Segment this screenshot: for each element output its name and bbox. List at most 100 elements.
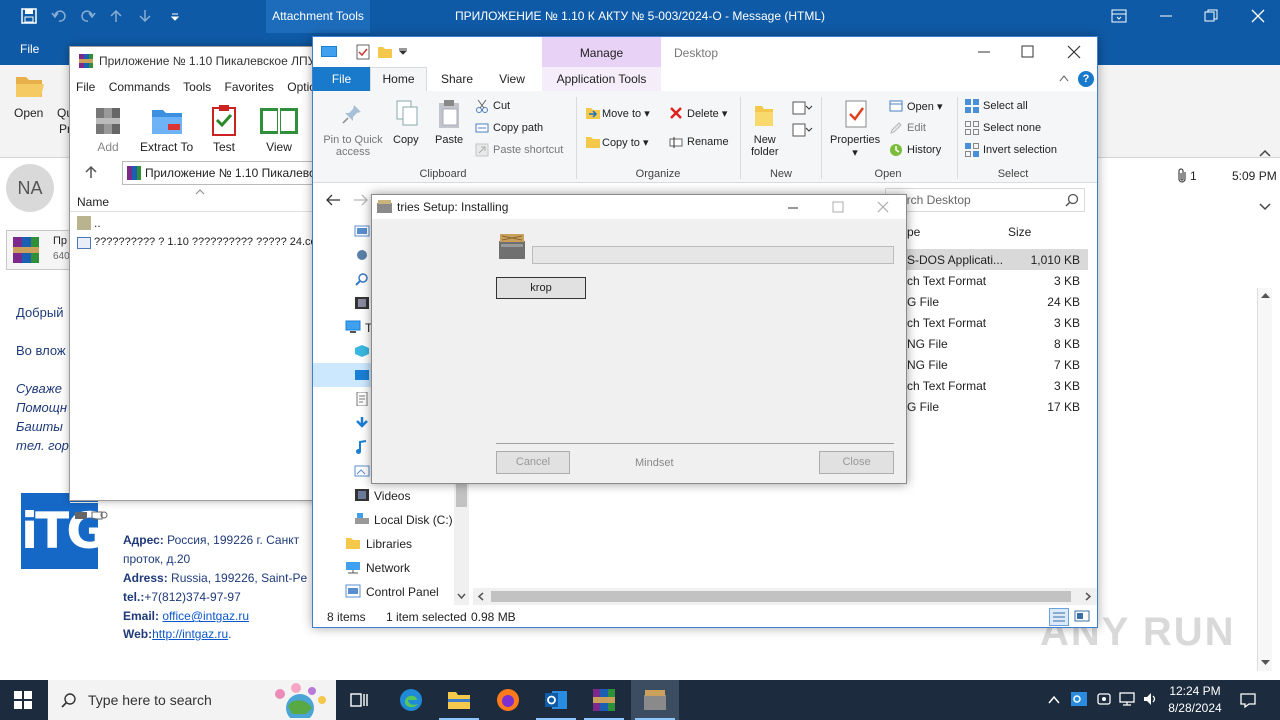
edit-button[interactable]: Edit (907, 122, 926, 134)
nav-videos-label[interactable]: Videos (374, 489, 410, 503)
nav-film-icon[interactable] (354, 296, 370, 310)
minimize-icon[interactable] (1158, 8, 1174, 24)
setup-close-icon[interactable] (876, 200, 890, 214)
notification-icon[interactable] (1239, 691, 1257, 709)
file-row-1[interactable]: S-DOS Applicati... 1,010 KB (903, 249, 1088, 270)
taskbar-winrar[interactable] (580, 680, 628, 720)
start-windows-icon[interactable] (14, 691, 32, 709)
taskbar-firefox[interactable] (484, 680, 532, 720)
collapse-ribbon-icon[interactable] (1059, 74, 1069, 82)
message-scrollbar[interactable] (1257, 288, 1272, 671)
taskbar-setup[interactable] (631, 680, 679, 720)
nav-search-icon[interactable] (354, 272, 370, 286)
col-type-header[interactable]: pe (907, 225, 920, 239)
nav-scroll-thumb[interactable] (456, 481, 467, 507)
winrar-add-button[interactable]: Add (88, 104, 128, 154)
file-row-2[interactable]: ch Text Format 3 KB (903, 270, 1088, 291)
file-row-7[interactable]: ch Text Format 3 KB (903, 375, 1088, 396)
winrar-menu-commands[interactable]: Commands (109, 80, 170, 94)
explorer-share-tab[interactable]: Share (430, 67, 484, 91)
nav-local-disk-label[interactable]: Local Disk (C:) (374, 513, 453, 527)
scroll-up-icon[interactable] (1260, 290, 1271, 301)
large-icons-view-icon[interactable] (1073, 608, 1091, 626)
hscroll-right-icon[interactable] (1082, 591, 1093, 602)
new-folder-qat-icon[interactable] (377, 44, 393, 60)
explorer-home-tab[interactable]: Home (370, 67, 427, 91)
attachment-tools-tab[interactable]: Attachment Tools (266, 0, 370, 33)
qat-dropdown-icon[interactable] (399, 48, 407, 56)
cancel-button[interactable]: Cancel (496, 451, 570, 474)
winrar-menu-favorites[interactable]: Favorites (225, 80, 274, 94)
invert-selection-button[interactable]: Invert selection (983, 144, 1057, 156)
nav-local-disk-icon[interactable] (354, 512, 370, 526)
nav-this-pc-icon[interactable] (345, 320, 361, 334)
save-icon[interactable] (21, 8, 37, 24)
taskbar-search-box[interactable]: Type here to search (48, 680, 336, 720)
select-all-button[interactable]: Select all (983, 100, 1028, 112)
outlook-file-tab[interactable]: File (20, 42, 39, 56)
help-icon[interactable]: ? (1078, 71, 1094, 87)
nav-libraries-icon[interactable] (345, 536, 361, 550)
easy-access-icon[interactable] (791, 121, 813, 137)
explorer-search-box[interactable]: arch Desktop (885, 188, 1085, 212)
history-button[interactable]: History (907, 144, 941, 156)
winrar-extract-button[interactable]: Extract To (140, 104, 193, 154)
explorer-close-icon[interactable] (1067, 45, 1081, 59)
nav-libraries-label[interactable]: Libraries (366, 537, 412, 551)
copy-to-button[interactable]: Copy to ▾ (602, 136, 649, 149)
tray-chevron-up-icon[interactable] (1047, 694, 1061, 706)
nav-desktop-icon[interactable] (354, 224, 370, 238)
file-row-8[interactable]: G File 17 KB (903, 396, 1088, 417)
file-row-4[interactable]: ch Text Format 3 KB (903, 312, 1088, 333)
winrar-row-parent[interactable]: .. (70, 214, 318, 234)
new-item-icon[interactable] (791, 99, 813, 115)
properties-qat-icon[interactable] (355, 44, 371, 60)
nav-pictures-icon[interactable] (354, 464, 370, 478)
nav-videos-icon[interactable] (354, 488, 370, 502)
customize-icon[interactable] (167, 8, 183, 24)
file-row-6[interactable]: NG File 7 KB (903, 354, 1088, 375)
file-row-5[interactable]: NG File 8 KB (903, 333, 1088, 354)
nav-control-panel-icon[interactable] (345, 584, 361, 598)
nav-documents-icon[interactable] (354, 392, 370, 406)
tray-network-icon[interactable] (1119, 691, 1135, 707)
winrar-path-bar[interactable]: Приложение № 1.10 Пикалевс (122, 161, 318, 185)
web-link[interactable]: http://intgaz.ru (152, 627, 228, 641)
pin-quick-access-button[interactable]: Pin to Quick access (321, 134, 385, 158)
taskbar-edge[interactable] (387, 680, 435, 720)
manage-context-tab[interactable]: Manage (542, 37, 661, 67)
taskbar-clock-date[interactable]: 8/28/2024 (1166, 701, 1224, 715)
close-icon[interactable] (1250, 8, 1266, 24)
krop-button[interactable]: krop (496, 277, 586, 299)
winrar-test-button[interactable]: Test (206, 104, 242, 154)
taskbar-clock-time[interactable]: 12:24 PM (1166, 684, 1224, 698)
redo-icon[interactable] (80, 8, 96, 24)
file-list-hscrollbar[interactable] (473, 588, 1097, 605)
nav-network-icon[interactable] (354, 248, 370, 262)
close-button[interactable]: Close (819, 451, 894, 474)
tray-volume-icon[interactable] (1142, 691, 1158, 707)
restore-icon[interactable] (1203, 8, 1219, 24)
winrar-col-name[interactable]: Name (77, 195, 109, 209)
nav-control-panel-label[interactable]: Control Panel (366, 585, 439, 599)
hscroll-thumb[interactable] (491, 591, 1071, 602)
nav-downloads-icon[interactable] (354, 416, 370, 430)
chevron-up-icon[interactable] (1258, 146, 1272, 160)
explorer-application-tools-tab[interactable]: Application Tools (542, 67, 661, 91)
forward-arrow-icon[interactable] (353, 193, 369, 207)
setup-maximize-icon[interactable] (831, 200, 845, 214)
nav-3d-objects-icon[interactable] (354, 344, 370, 358)
nav-music-icon[interactable] (354, 440, 370, 454)
rename-button[interactable]: Rename (687, 136, 729, 148)
nav-scroll-down-icon[interactable] (456, 591, 467, 602)
winrar-row-file[interactable]: ?????????? ? 1.10 ?????????? ????? 24.co… (70, 234, 326, 254)
paste-button[interactable]: Paste (435, 134, 463, 146)
properties-button[interactable]: Properties ▾ (830, 134, 880, 159)
down-arrow-icon[interactable] (137, 8, 153, 24)
explorer-view-tab[interactable]: View (486, 67, 538, 91)
tray-device-icon[interactable] (1096, 691, 1112, 707)
copy-path-button[interactable]: Copy path (493, 122, 543, 134)
chevron-down-icon[interactable] (1258, 200, 1272, 214)
nav-network-label[interactable]: Network (366, 561, 410, 575)
open-button[interactable]: Open ▾ (907, 100, 943, 113)
